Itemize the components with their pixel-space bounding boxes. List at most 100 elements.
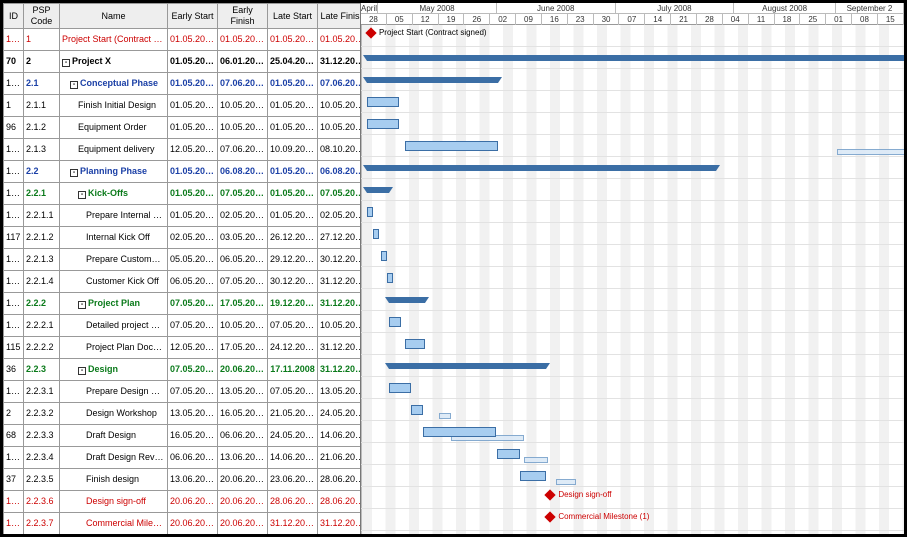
cell-ls: 10.09.2008 <box>268 139 318 161</box>
table-row[interactable]: 1512.2.2.1Detailed project Plan07.05.200… <box>4 315 362 337</box>
gantt-task-bar[interactable] <box>497 449 521 459</box>
col-early-finish[interactable]: Early Finish <box>218 4 268 29</box>
timeline-month: May 2008 <box>378 3 497 13</box>
outline-toggle-icon[interactable]: - <box>78 367 86 375</box>
gantt-task-bar[interactable] <box>411 405 423 415</box>
cell-ls: 01.05.2008 <box>268 95 318 117</box>
table-row[interactable]: 702-Project X01.05.200806.01.200925.04.2… <box>4 51 362 73</box>
timeline-month: April 200 <box>361 3 378 13</box>
cell-name: Customer Kick Off <box>60 271 168 293</box>
milestone-diamond-icon[interactable] <box>545 489 556 500</box>
task-name-label: Commercial Milestone (1) <box>86 518 168 528</box>
gantt-summary-bar[interactable] <box>389 297 425 303</box>
outline-toggle-icon[interactable]: - <box>70 169 78 177</box>
col-name[interactable]: Name <box>60 4 168 29</box>
gantt-task-bar[interactable] <box>405 339 425 349</box>
cell-lf: 08.10.2008 <box>318 139 362 161</box>
table-row[interactable]: 1452.2.1.4Customer Kick Off06.05.200807.… <box>4 271 362 293</box>
table-row[interactable]: 362.2.3-Design07.05.200820.06.200817.11.… <box>4 359 362 381</box>
gantt-late-bar[interactable] <box>524 457 548 463</box>
outline-toggle-icon[interactable]: - <box>78 191 86 199</box>
table-row[interactable]: 1482.2.1.3Prepare Customer Kick O05.05.2… <box>4 249 362 271</box>
table-row[interactable]: 1062.1.3Equipment delivery12.05.200807.0… <box>4 139 362 161</box>
gantt-panel[interactable]: April 200May 2008June 2008July 2008Augus… <box>361 3 904 534</box>
gantt-task-bar[interactable] <box>423 427 497 437</box>
outline-toggle-icon[interactable]: - <box>78 301 86 309</box>
table-row[interactable]: 1152.2.2.2Project Plan Document12.05.200… <box>4 337 362 359</box>
cell-psp: 2.1.2 <box>24 117 60 139</box>
gantt-summary-bar[interactable] <box>367 77 499 83</box>
table-row[interactable]: 1172.2.1.2Internal Kick Off02.05.200803.… <box>4 227 362 249</box>
cell-id: 70 <box>4 51 24 73</box>
task-name-label: Prepare Internal Kick Off <box>86 210 168 220</box>
task-name-label: Draft Design <box>86 430 136 440</box>
cell-ls: 25.04.2008 <box>268 51 318 73</box>
table-row[interactable]: 962.1.2Equipment Order01.05.200810.05.20… <box>4 117 362 139</box>
gantt-row <box>361 355 904 377</box>
cell-lf: 10.05.2008 <box>318 315 362 337</box>
gantt-task-bar[interactable] <box>389 383 411 393</box>
gantt-task-bar[interactable] <box>387 273 393 283</box>
cell-es: 01.05.2008 <box>168 117 218 139</box>
gantt-summary-bar[interactable] <box>367 165 716 171</box>
gantt-late-bar[interactable] <box>556 479 576 485</box>
outline-toggle-icon[interactable]: - <box>70 81 78 89</box>
outline-toggle-icon[interactable]: - <box>62 59 70 67</box>
gantt-row <box>361 91 904 113</box>
table-row[interactable]: 12.1.1Finish Initial Design01.05.200810.… <box>4 95 362 117</box>
gantt-task-bar[interactable] <box>367 119 399 129</box>
timeline-week: 01 <box>826 14 852 25</box>
gantt-task-bar[interactable] <box>405 141 499 151</box>
table-row[interactable]: 1652.2.3.1Prepare Design Workshop07.05.2… <box>4 381 362 403</box>
task-name-label: Project Plan Document <box>86 342 168 352</box>
gantt-task-bar[interactable] <box>367 207 373 217</box>
gantt-summary-bar[interactable] <box>367 55 904 61</box>
table-row[interactable]: 682.2.3.3Draft Design16.05.200806.06.200… <box>4 425 362 447</box>
gantt-task-bar[interactable] <box>389 317 401 327</box>
cell-id: 146 <box>4 183 24 205</box>
gantt-task-bar[interactable] <box>367 97 399 107</box>
table-row[interactable]: 372.2.3.5Finish design13.06.200820.06.20… <box>4 469 362 491</box>
timeline-week: 21 <box>671 14 697 25</box>
cell-ef: 17.05.2008 <box>218 293 268 315</box>
milestone-diamond-icon[interactable] <box>365 27 376 38</box>
col-late-finish[interactable]: Late Finish <box>318 4 362 29</box>
gantt-summary-bar[interactable] <box>367 187 389 193</box>
table-row[interactable]: 1472.2.1.1Prepare Internal Kick Off01.05… <box>4 205 362 227</box>
gantt-late-bar[interactable] <box>837 149 904 155</box>
milestone-diamond-icon[interactable] <box>545 511 556 522</box>
table-header-row: ID PSP Code Name Early Start Early Finis… <box>4 4 362 29</box>
gantt-row <box>361 399 904 421</box>
col-early-start[interactable]: Early Start <box>168 4 218 29</box>
col-late-start[interactable]: Late Start <box>268 4 318 29</box>
table-row[interactable]: 1441Project Start (Contract signed)01.05… <box>4 29 362 51</box>
table-row[interactable]: 1462.2.1-Kick-Offs01.05.200807.05.200801… <box>4 183 362 205</box>
table-row[interactable]: 1502.2.2-Project Plan07.05.200817.05.200… <box>4 293 362 315</box>
cell-lf: 31.12.2008 <box>318 359 362 381</box>
cell-es: 01.05.2008 <box>168 183 218 205</box>
col-psp-code[interactable]: PSP Code <box>24 4 60 29</box>
table-row[interactable]: 1552.2.3.7Commercial Milestone (1)20.06.… <box>4 513 362 535</box>
cell-name: Internal Kick Off <box>60 227 168 249</box>
cell-ls: 24.12.2008 <box>268 337 318 359</box>
cell-id: 145 <box>4 271 24 293</box>
table-row[interactable]: 22.2.3.2Design Workshop13.05.200816.05.2… <box>4 403 362 425</box>
table-row[interactable]: 1662.2.3.4Draft Design Review06.06.20081… <box>4 447 362 469</box>
cell-name: Design Workshop <box>60 403 168 425</box>
gantt-task-bar[interactable] <box>381 251 387 261</box>
timeline-week: 14 <box>645 14 671 25</box>
task-name-label: Detailed project Plan <box>86 320 168 330</box>
cell-id: 148 <box>4 249 24 271</box>
gantt-task-bar[interactable] <box>373 229 379 239</box>
col-id[interactable]: ID <box>4 4 24 29</box>
gantt-late-bar[interactable] <box>439 413 451 419</box>
table-row[interactable]: 1392.2-Planning Phase01.05.200806.08.200… <box>4 161 362 183</box>
cell-lf: 10.05.2008 <box>318 117 362 139</box>
gantt-task-bar[interactable] <box>520 471 546 481</box>
cell-ls: 24.05.2008 <box>268 425 318 447</box>
table-row[interactable]: 1522.2.3.6Design sign-off20.06.200820.06… <box>4 491 362 513</box>
gantt-summary-bar[interactable] <box>389 363 546 369</box>
cell-lf: 28.06.2008 <box>318 491 362 513</box>
cell-lf: 31.12.2008 <box>318 513 362 535</box>
table-row[interactable]: 1382.1-Conceptual Phase01.05.200807.06.2… <box>4 73 362 95</box>
